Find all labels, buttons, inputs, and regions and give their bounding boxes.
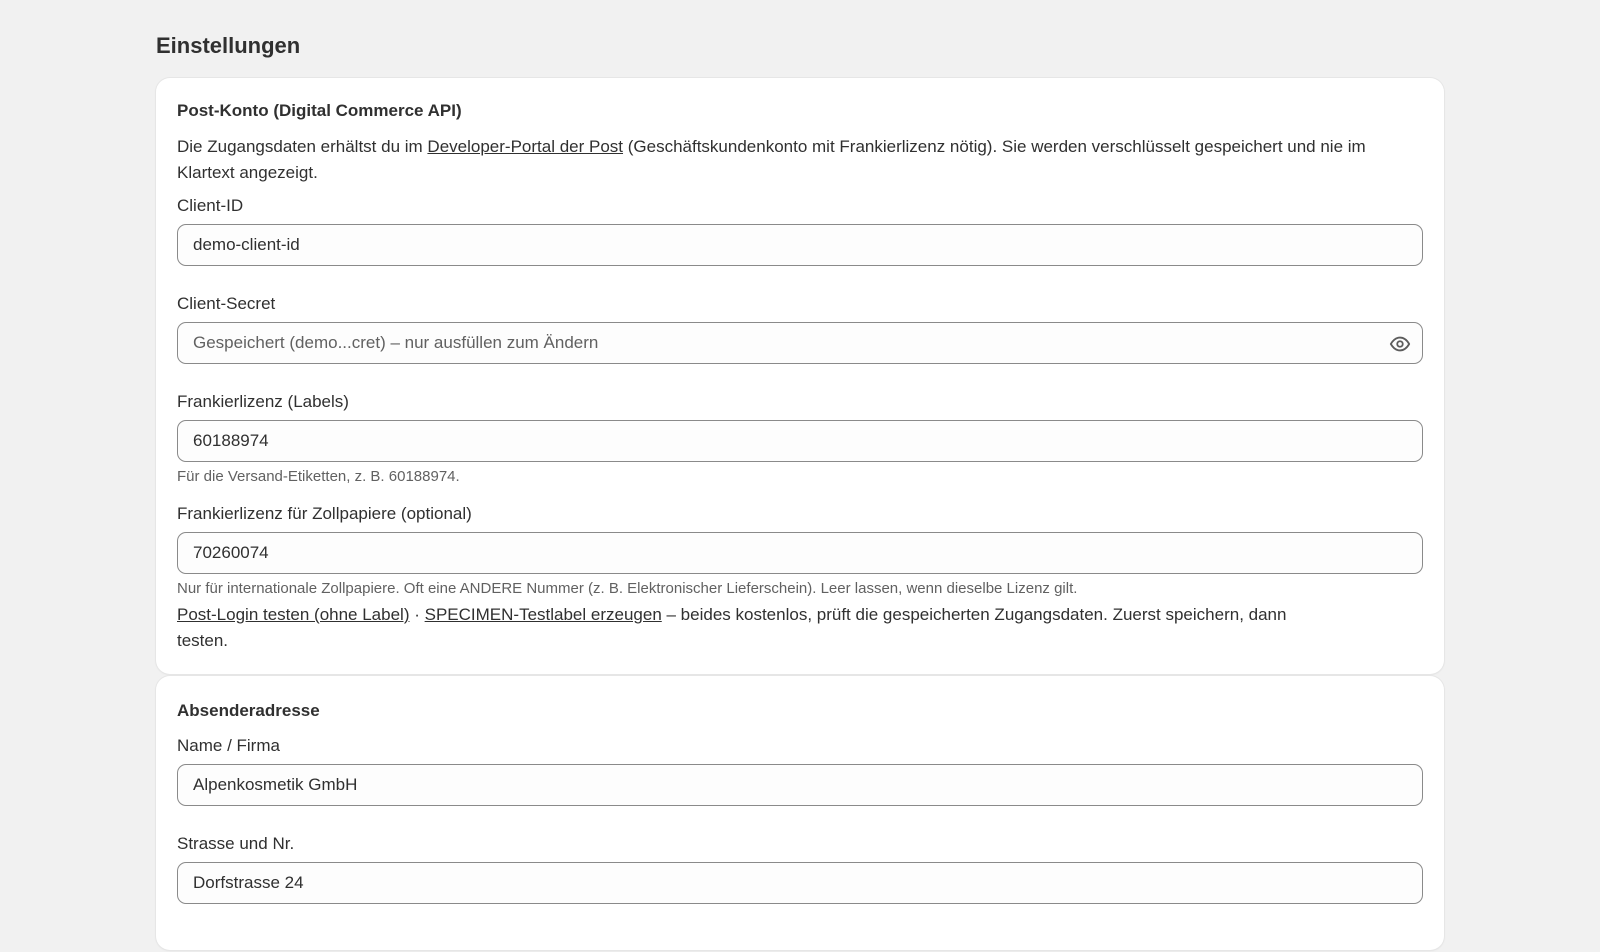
license-customs-field: Frankierlizenz für Zollpapiere (optional… [177, 502, 1423, 600]
client-id-label: Client-ID [177, 196, 244, 215]
client-id-input-wrap [177, 224, 1423, 266]
post-account-title: Post-Konto (Digital Commerce API) [177, 101, 462, 120]
client-secret-input-wrap [177, 322, 1423, 364]
client-id-input[interactable] [178, 225, 1422, 265]
sender-name-label: Name / Firma [177, 736, 280, 755]
license-labels-label: Frankierlizenz (Labels) [177, 392, 349, 411]
client-secret-input[interactable] [178, 323, 1422, 363]
sender-street-input[interactable] [178, 863, 1422, 903]
sender-name-field: Name / Firma [177, 734, 1423, 806]
license-labels-input[interactable] [178, 421, 1422, 461]
license-labels-field: Frankierlizenz (Labels) Für die Versand-… [177, 390, 1423, 488]
eye-icon [1389, 336, 1411, 352]
intro-text-before: Die Zugangsdaten erhältst du im [177, 137, 428, 156]
page-title: Einstellungen [156, 33, 301, 58]
specimen-label-link[interactable]: SPECIMEN-Testlabel erzeugen [425, 605, 662, 624]
sender-street-input-wrap [177, 862, 1423, 904]
sender-street-field: Strasse und Nr. [177, 832, 1423, 904]
client-id-field: Client-ID [177, 194, 1423, 266]
license-customs-help: Nur für internationale Zollpapiere. Oft … [177, 580, 1078, 597]
sender-name-input[interactable] [178, 765, 1422, 805]
license-labels-help: Für die Versand-Etiketten, z. B. 6018897… [177, 468, 460, 485]
sender-address-card: Absenderadresse Name / Firma Strasse und… [156, 676, 1444, 950]
link-separator: · [409, 605, 425, 624]
test-links: Post-Login testen (ohne Label) · SPECIME… [177, 602, 1337, 654]
settings-page: Einstellungen Post-Konto (Digital Commer… [156, 28, 1444, 952]
client-secret-label: Client-Secret [177, 294, 276, 313]
license-labels-input-wrap [177, 420, 1423, 462]
sender-address-title: Absenderadresse [177, 701, 320, 720]
post-account-card: Post-Konto (Digital Commerce API) Die Zu… [156, 78, 1444, 674]
license-customs-input-wrap [177, 532, 1423, 574]
license-customs-input[interactable] [178, 533, 1422, 573]
post-account-intro: Die Zugangsdaten erhältst du im Develope… [177, 134, 1423, 186]
sender-name-input-wrap [177, 764, 1423, 806]
license-customs-label: Frankierlizenz für Zollpapiere (optional… [177, 504, 472, 523]
developer-portal-link[interactable]: Developer-Portal der Post [427, 137, 623, 156]
test-login-link[interactable]: Post-Login testen (ohne Label) [177, 605, 410, 624]
client-secret-field: Client-Secret [177, 292, 1423, 364]
sender-street-label: Strasse und Nr. [177, 834, 295, 853]
show-secret-button[interactable] [1388, 332, 1412, 356]
